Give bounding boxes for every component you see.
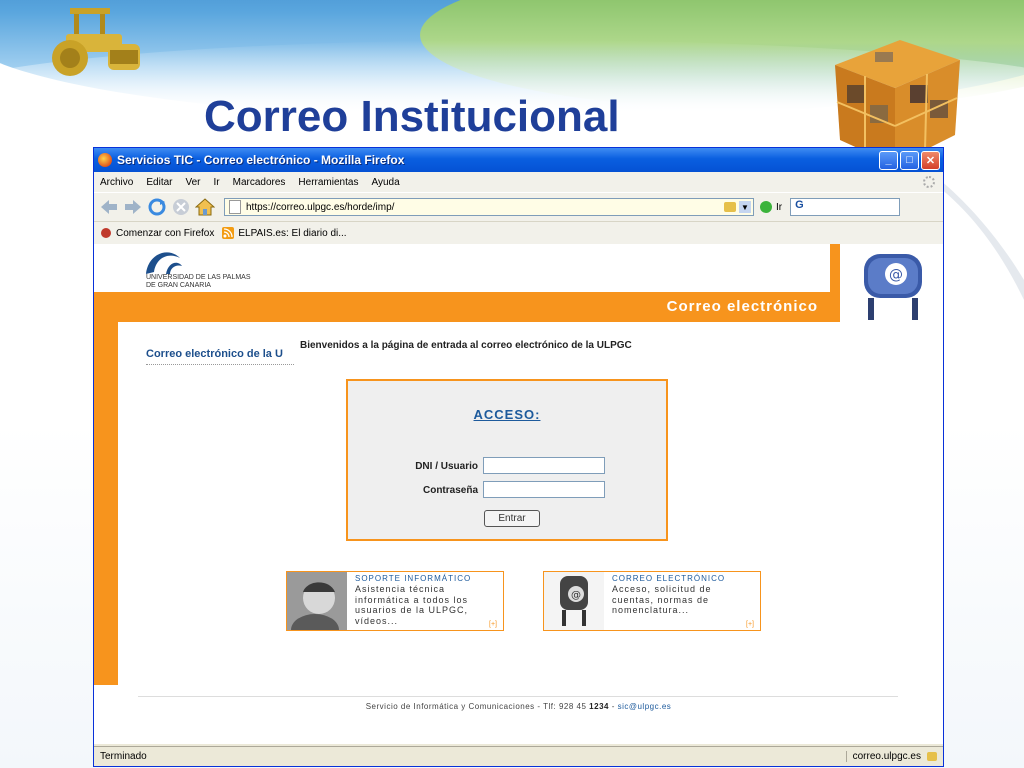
go-icon[interactable] xyxy=(760,201,772,213)
footer-separator: - xyxy=(608,702,618,711)
activity-throbber-icon xyxy=(923,176,935,188)
go-label[interactable]: Ir xyxy=(776,202,782,213)
menu-editar[interactable]: Editar xyxy=(146,177,172,188)
secure-lock-icon xyxy=(724,202,736,212)
login-button[interactable]: Entrar xyxy=(484,510,540,527)
user-input[interactable] xyxy=(483,457,605,474)
left-sidebar-bar xyxy=(94,322,118,685)
status-text: Terminado xyxy=(100,751,147,762)
password-label: Contraseña xyxy=(422,485,478,496)
email-card-description: Acceso, solicitud de cuentas, normas de … xyxy=(612,584,712,615)
support-card[interactable]: SOPORTE INFORMÁTICO Asistencia técnica i… xyxy=(286,571,504,631)
university-name-line2: DE GRAN CANARIA xyxy=(146,282,211,289)
bookmark-elpais-label: ELPAIS.es: El diario di... xyxy=(238,227,347,239)
navigation-toolbar: https://correo.ulpgc.es/horde/imp/ ▼ Ir … xyxy=(94,192,943,221)
menu-archivo[interactable]: Archivo xyxy=(100,177,133,188)
reload-icon xyxy=(148,198,166,216)
email-mailbox-photo: @ xyxy=(544,572,604,630)
banner-divider xyxy=(830,244,840,322)
address-url: https://correo.ulpgc.es/horde/imp/ xyxy=(246,201,395,213)
window-titlebar[interactable]: Servicios TIC - Correo electrónico - Moz… xyxy=(94,148,943,172)
user-label: DNI / Usuario xyxy=(415,461,478,472)
footer-email-link[interactable]: sic@ulpgc.es xyxy=(618,702,672,711)
password-input[interactable] xyxy=(483,481,605,498)
address-bar[interactable]: https://correo.ulpgc.es/horde/imp/ ▼ xyxy=(224,198,754,216)
forward-button[interactable] xyxy=(122,196,144,218)
university-name-line1: UNIVERSIDAD DE LAS PALMAS xyxy=(146,274,251,281)
menu-marcadores[interactable]: Marcadores xyxy=(233,177,286,188)
email-card-more-link[interactable]: [+] xyxy=(746,621,754,628)
email-card[interactable]: @ CORREO ELECTRÓNICO Acceso, solicitud d… xyxy=(543,571,761,631)
road-roller-icon xyxy=(52,8,140,76)
university-name: UNIVERSIDAD DE LAS PALMAS DE GRAN CANARI… xyxy=(146,274,251,290)
back-button[interactable] xyxy=(98,196,120,218)
welcome-text: Bienvenidos a la página de entrada al co… xyxy=(300,340,632,351)
back-arrow-icon xyxy=(101,200,117,214)
stop-icon xyxy=(173,199,189,215)
status-domain: correo.ulpgc.es xyxy=(845,751,943,762)
footer-extension: 1234 xyxy=(589,702,609,711)
bookmark-elpais[interactable]: ELPAIS.es: El diario di... xyxy=(222,227,347,239)
status-domain-label: correo.ulpgc.es xyxy=(852,751,921,762)
banner-label: Correo electrónico xyxy=(666,298,818,315)
forward-arrow-icon xyxy=(125,200,141,214)
svg-text:@: @ xyxy=(571,590,581,601)
stop-button[interactable] xyxy=(170,196,192,218)
home-icon xyxy=(195,198,215,216)
page-footer: Servicio de Informática y Comunicaciones… xyxy=(94,702,943,711)
support-card-more-link[interactable]: [+] xyxy=(489,621,497,628)
menu-ayuda[interactable]: Ayuda xyxy=(371,177,399,188)
login-heading: ACCESO: xyxy=(473,407,541,422)
slide-title: Correo Institucional xyxy=(204,92,620,141)
bookmark-comenzar[interactable]: Comenzar con Firefox xyxy=(100,227,214,239)
maximize-button[interactable]: □ xyxy=(900,150,919,170)
svg-text:@: @ xyxy=(889,267,903,283)
menu-bar: Archivo Editar Ver Ir Marcadores Herrami… xyxy=(94,172,943,192)
status-lock-icon[interactable] xyxy=(927,752,937,761)
footer-divider xyxy=(138,696,898,697)
bookmark-comenzar-label: Comenzar con Firefox xyxy=(116,227,215,239)
window-title: Servicios TIC - Correo electrónico - Moz… xyxy=(117,153,405,167)
email-card-title: CORREO ELECTRÓNICO xyxy=(612,574,726,583)
support-card-title: SOPORTE INFORMÁTICO xyxy=(355,574,472,583)
login-form: ACCESO: DNI / Usuario Contraseña Entrar xyxy=(346,379,668,541)
firefox-bookmark-icon xyxy=(101,228,111,238)
support-person-photo xyxy=(287,572,347,630)
support-card-description: Asistencia técnica informática a todos l… xyxy=(355,584,469,626)
close-button[interactable]: ✕ xyxy=(921,150,940,170)
firefox-icon xyxy=(98,153,112,167)
browser-window: Servicios TIC - Correo electrónico - Moz… xyxy=(93,147,944,767)
menu-ir[interactable]: Ir xyxy=(214,177,220,188)
page-content: UNIVERSIDAD DE LAS PALMAS DE GRAN CANARI… xyxy=(94,244,943,744)
status-bar: Terminado correo.ulpgc.es xyxy=(94,746,943,766)
footer-text: Servicio de Informática y Comunicaciones… xyxy=(365,702,590,711)
rss-feed-icon xyxy=(222,227,235,239)
bookmarks-toolbar: Comenzar con Firefox ELPAIS.es: El diari… xyxy=(94,221,943,244)
page-icon xyxy=(229,200,241,214)
menu-ver[interactable]: Ver xyxy=(185,177,200,188)
banner-bar: Correo electrónico xyxy=(94,292,838,322)
slide-swoosh-decoration xyxy=(930,180,1024,300)
menu-herramientas[interactable]: Herramientas xyxy=(298,177,358,188)
reload-button[interactable] xyxy=(146,196,168,218)
side-section-title: Correo electrónico de la U xyxy=(146,348,294,365)
mailbox-icon: @ xyxy=(844,244,940,322)
address-dropdown-button[interactable]: ▼ xyxy=(739,201,751,213)
home-button[interactable] xyxy=(194,196,216,218)
search-box[interactable]: G xyxy=(790,198,901,216)
minimize-button[interactable]: _ xyxy=(879,150,898,170)
